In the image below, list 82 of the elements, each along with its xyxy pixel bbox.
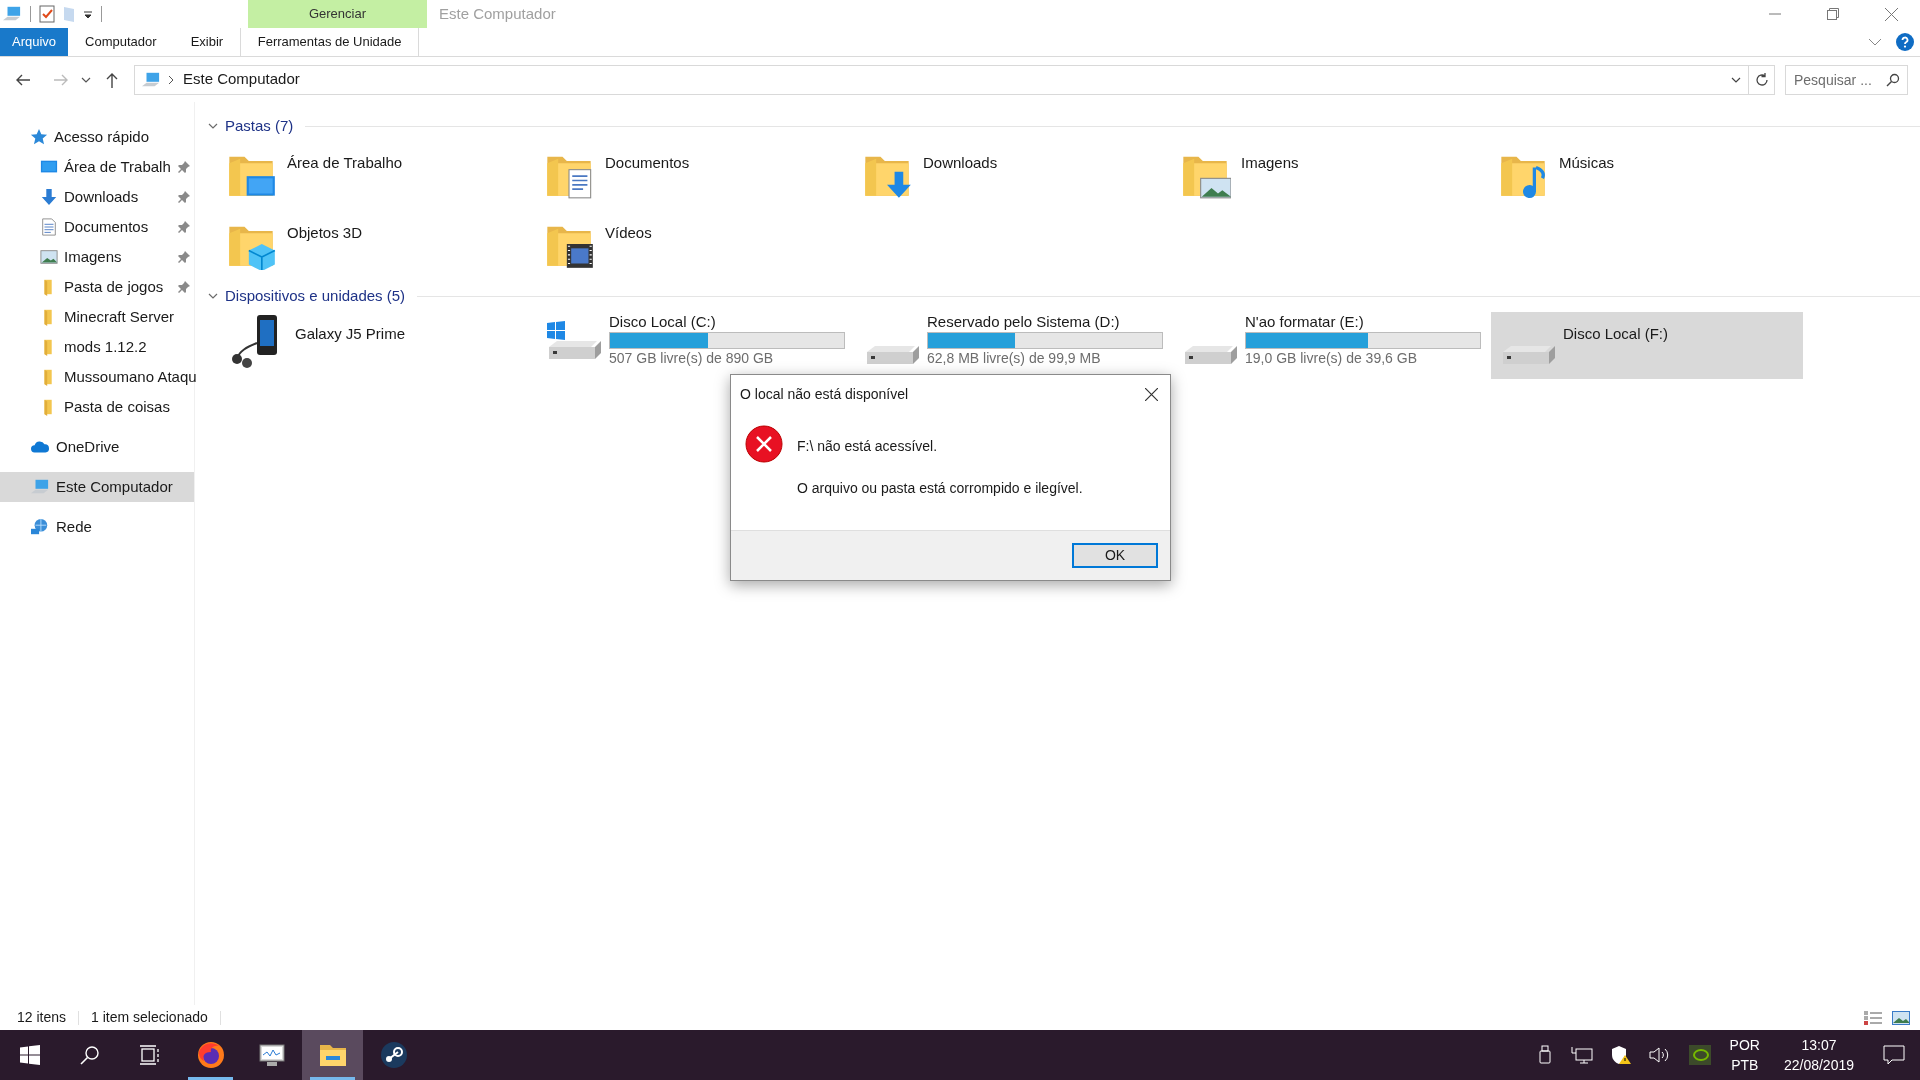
circle-logo-icon[interactable] bbox=[378, 1040, 409, 1070]
folder-item[interactable]: Área de Trabalho bbox=[225, 138, 543, 208]
volume-icon[interactable] bbox=[1648, 1046, 1671, 1064]
pin-icon[interactable] bbox=[178, 161, 190, 173]
help-icon[interactable] bbox=[1896, 33, 1914, 51]
pin-icon[interactable] bbox=[178, 191, 190, 203]
ribbon-tab[interactable]: Computador bbox=[68, 28, 174, 56]
nav-item[interactable]: Este Computador bbox=[0, 472, 194, 502]
drive-item[interactable]: N'ao formatar (E:) 19,0 GB livre(s) de 39,6 GB bbox=[1173, 312, 1485, 379]
ribbon-tab[interactable]: Ferramentas de Unidade bbox=[240, 28, 420, 56]
drive-item[interactable]: Galaxy J5 Prime bbox=[219, 312, 531, 379]
folder-item[interactable]: Músicas bbox=[1497, 138, 1815, 208]
dialog-title: O local não está disponível bbox=[740, 384, 909, 404]
nav-item[interactable]: Documentos bbox=[0, 212, 194, 242]
search-field[interactable]: Pesquisar ... bbox=[1785, 64, 1908, 95]
nav-item[interactable]: Imagens bbox=[0, 242, 194, 272]
nav-item[interactable]: Área de Trabalh bbox=[0, 152, 194, 182]
ok-button[interactable]: OK bbox=[1072, 543, 1158, 568]
restore-icon[interactable] bbox=[1827, 8, 1839, 20]
drive-item[interactable]: Disco Local (C:) 507 GB livre(s) de 890 GB bbox=[537, 312, 849, 379]
nav-item[interactable]: Pasta de coisas bbox=[0, 392, 194, 422]
start-icon[interactable] bbox=[20, 1045, 40, 1065]
network-icon bbox=[30, 518, 50, 536]
nav-item[interactable]: Mussoumano Ataqu bbox=[0, 362, 194, 392]
nav-item[interactable]: Acesso rápido bbox=[0, 122, 194, 152]
input-language[interactable]: PTB bbox=[1731, 1055, 1759, 1075]
section-heading[interactable]: Pastas (7) bbox=[225, 114, 294, 138]
properties-icon[interactable] bbox=[39, 5, 55, 23]
folder-item[interactable]: Downloads bbox=[861, 138, 1179, 208]
window-title: Este Computador bbox=[439, 3, 556, 24]
pin-icon[interactable] bbox=[178, 281, 190, 293]
dialog-detail: O arquivo ou pasta está corrompido e ilegível. bbox=[797, 479, 1083, 498]
downloads-icon bbox=[40, 188, 58, 206]
pin-icon[interactable] bbox=[178, 221, 190, 233]
nav-item[interactable]: Pasta de jogos bbox=[0, 272, 194, 302]
close-icon[interactable] bbox=[1144, 387, 1158, 401]
drive-item[interactable]: Disco Local (F:) bbox=[1491, 312, 1803, 379]
nav-item[interactable]: Minecraft Server bbox=[0, 302, 194, 332]
dialog-message: F:\ não está acessível. bbox=[797, 437, 939, 456]
section-heading[interactable]: Dispositivos e unidades (5) bbox=[225, 284, 406, 308]
ribbon-tab[interactable]: Exibir bbox=[173, 28, 241, 56]
input-language[interactable]: POR bbox=[1729, 1035, 1760, 1055]
nav-item[interactable]: Downloads bbox=[0, 182, 194, 212]
nav-item[interactable]: mods 1.12.2 bbox=[0, 332, 194, 362]
shield-warning-icon[interactable] bbox=[1610, 1045, 1631, 1065]
usb-drive-icon[interactable] bbox=[1538, 1045, 1553, 1065]
task-view-icon[interactable] bbox=[139, 1045, 161, 1065]
folder-item[interactable]: Objetos 3D bbox=[225, 208, 543, 278]
address-path[interactable]: Este Computador bbox=[183, 68, 300, 91]
folder-item[interactable]: Vídeos bbox=[543, 208, 861, 278]
clock-date[interactable]: 22/08/2019 bbox=[1783, 1055, 1854, 1075]
computer-icon bbox=[30, 478, 50, 496]
documents-icon bbox=[40, 218, 58, 236]
notifications-icon[interactable] bbox=[1883, 1045, 1905, 1065]
nav-item[interactable]: Rede bbox=[0, 512, 194, 542]
large-icons-view-icon[interactable] bbox=[1892, 1010, 1910, 1025]
context-group-label: Gerenciar bbox=[248, 0, 427, 28]
clock-time[interactable]: 13:07 bbox=[1801, 1035, 1837, 1055]
folder-item[interactable]: Documentos bbox=[543, 138, 861, 208]
dropdown-icon[interactable] bbox=[83, 9, 93, 19]
fox-logo-icon[interactable] bbox=[195, 1040, 226, 1070]
nav-item[interactable]: OneDrive bbox=[0, 432, 194, 462]
star-icon bbox=[30, 128, 48, 146]
item-count: 12 itens bbox=[17, 1008, 67, 1027]
error-icon bbox=[745, 425, 783, 463]
breadcrumb-chevron-icon[interactable] bbox=[167, 74, 175, 85]
search-icon[interactable] bbox=[1886, 72, 1900, 87]
computer-icon[interactable] bbox=[2, 5, 22, 23]
computer-icon bbox=[141, 70, 161, 89]
address-bar[interactable]: Este Computador bbox=[134, 64, 1775, 95]
drive-item[interactable]: Reservado pelo Sistema (D:) 62,8 MB livre(s) de 99,9 MB bbox=[855, 312, 1167, 379]
details-view-icon[interactable] bbox=[1864, 1010, 1882, 1025]
graphics-settings-icon[interactable] bbox=[1688, 1045, 1711, 1065]
network-icon[interactable] bbox=[1570, 1046, 1593, 1064]
ribbon-tab[interactable]: Arquivo bbox=[0, 28, 69, 56]
pictures-icon bbox=[40, 248, 58, 266]
expand-ribbon-icon[interactable] bbox=[1868, 37, 1882, 47]
pin-icon[interactable] bbox=[178, 251, 190, 263]
folder-item[interactable]: Imagens bbox=[1179, 138, 1497, 208]
refresh-icon[interactable] bbox=[1754, 72, 1769, 87]
search-icon[interactable] bbox=[80, 1045, 100, 1065]
selection-count: 1 item selecionado bbox=[91, 1008, 208, 1027]
